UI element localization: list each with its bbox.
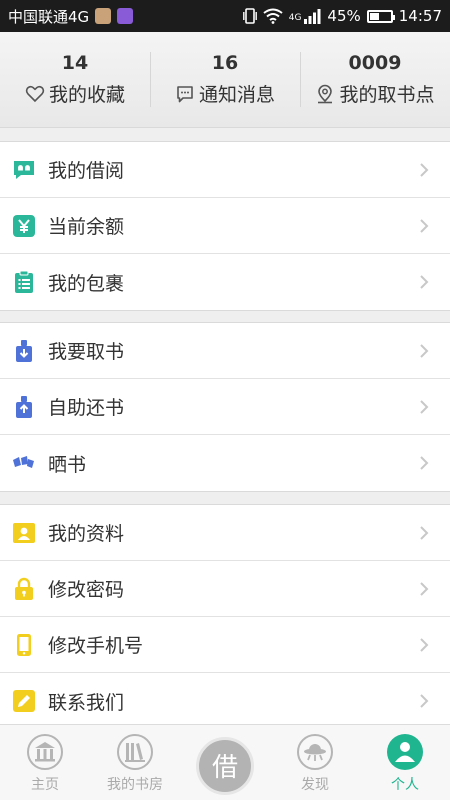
- battery-icon: [366, 9, 395, 23]
- carrier-label: 中国联通4G: [8, 7, 90, 26]
- chevron-right-icon: [420, 399, 429, 414]
- menu-item-label: 我的包裹: [48, 272, 125, 295]
- message-icon: [177, 85, 193, 102]
- tab-me-label: 个人: [391, 777, 419, 793]
- home-icon: [27, 734, 63, 770]
- menu-item-balance[interactable]: 当前余额: [0, 198, 450, 254]
- tab-borrow[interactable]: 借: [180, 725, 270, 800]
- tab-my-bookroom[interactable]: 我的书房: [90, 725, 180, 800]
- wifi-icon: [263, 8, 283, 24]
- pencil-icon: [12, 689, 36, 713]
- return-icon: [12, 395, 36, 419]
- pickup-point-code: 0009: [348, 52, 402, 74]
- menu-group-account: 我的借阅 当前余额 我的包裹: [0, 141, 450, 311]
- battery-percent: 45%: [327, 7, 361, 25]
- location-icon: [318, 84, 333, 103]
- menu-item-label: 修改密码: [48, 579, 125, 601]
- person-icon: [387, 734, 423, 770]
- borrow-chat-icon: [12, 158, 36, 182]
- chevron-right-icon: [420, 343, 429, 358]
- heart-icon: [25, 85, 45, 102]
- chevron-right-icon: [420, 218, 429, 233]
- yen-icon: [12, 214, 36, 238]
- ufo-discover-icon: [297, 734, 333, 770]
- menu-group-settings: 我的资料 修改密码 修改手机号 联系我们: [0, 504, 450, 730]
- menu-item-label: 晒书: [48, 453, 87, 476]
- chevron-right-icon: [420, 694, 429, 708]
- network-type: 4G: [288, 13, 302, 23]
- lock-icon: [12, 577, 36, 601]
- stat-favorites[interactable]: 14 我的收藏: [0, 32, 150, 127]
- chevron-right-icon: [420, 456, 429, 470]
- chevron-right-icon: [420, 275, 429, 289]
- menu-item-my-packages[interactable]: 我的包裹: [0, 254, 450, 310]
- chevron-right-icon: [420, 525, 429, 540]
- stat-notifications[interactable]: 16 通知消息: [150, 32, 300, 127]
- menu-item-label: 我要取书: [48, 341, 125, 363]
- gallery-notification-icon: [117, 8, 134, 24]
- menu-item-change-password[interactable]: 修改密码: [0, 561, 450, 617]
- menu-item-label: 我的借阅: [48, 160, 125, 182]
- favorites-count: 14: [61, 52, 89, 74]
- bottom-nav: 主页 我的书房 借 发现 个人: [0, 724, 450, 800]
- menu-item-label: 当前余额: [48, 216, 125, 238]
- tab-me[interactable]: 个人: [360, 725, 450, 800]
- chevron-right-icon: [420, 637, 429, 652]
- notifications-label: 通知消息: [198, 84, 275, 106]
- chevron-right-icon: [420, 162, 429, 177]
- chevron-right-icon: [420, 581, 429, 596]
- menu-item-label: 修改手机号: [48, 635, 144, 657]
- stat-pickup-point[interactable]: 0009 我的取书点: [300, 32, 450, 127]
- favorites-label: 我的收藏: [48, 84, 125, 106]
- app-notification-icon: [95, 8, 112, 24]
- menu-item-label: 我的资料: [48, 523, 125, 545]
- tab-home[interactable]: 主页: [0, 725, 90, 800]
- bookshelf-icon: [117, 734, 153, 770]
- menu-item-pickup-books[interactable]: 我要取书: [0, 323, 450, 379]
- pickup-point-label: 我的取书点: [339, 84, 435, 106]
- tab-bookroom-label: 我的书房: [107, 777, 163, 793]
- borrow-button[interactable]: 借: [196, 736, 254, 795]
- tab-home-label: 主页: [31, 777, 59, 793]
- menu-item-change-phone[interactable]: 修改手机号: [0, 617, 450, 673]
- menu-item-label: 联系我们: [48, 691, 125, 714]
- menu-item-my-borrowing[interactable]: 我的借阅: [0, 142, 450, 198]
- vibrate-icon: [242, 8, 257, 24]
- share-books-icon: [12, 451, 36, 475]
- menu-group-books: 我要取书 自助还书 晒书: [0, 322, 450, 492]
- clock: 14:57: [398, 7, 442, 25]
- status-bar: 中国联通4G 4G 45% 14:57: [0, 0, 450, 32]
- phone-icon: [12, 633, 36, 657]
- tab-discover-label: 发现: [301, 777, 329, 793]
- pickup-icon: [12, 339, 36, 363]
- tab-discover[interactable]: 发现: [270, 725, 360, 800]
- signal-icon: [304, 9, 321, 24]
- menu-item-my-profile[interactable]: 我的资料: [0, 505, 450, 561]
- menu-item-contact-us[interactable]: 联系我们: [0, 673, 450, 729]
- clipboard-icon: [12, 270, 36, 294]
- profile-icon: [12, 521, 36, 545]
- notifications-count: 16: [211, 52, 239, 74]
- menu-item-label: 自助还书: [48, 397, 125, 419]
- menu-item-self-return[interactable]: 自助还书: [0, 379, 450, 435]
- stats-header: 14 我的收藏 16 通知消息 0009 我的取书点: [0, 32, 450, 128]
- menu-item-share-books[interactable]: 晒书: [0, 435, 450, 491]
